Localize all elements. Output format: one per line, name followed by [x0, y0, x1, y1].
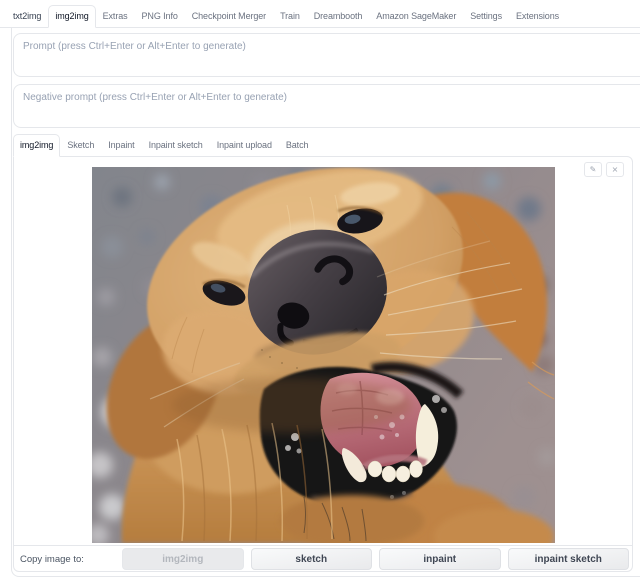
tab-png-info[interactable]: PNG Info [135, 5, 185, 28]
clear-image-button[interactable]: × [606, 162, 624, 177]
tab-dreambooth[interactable]: Dreambooth [307, 5, 370, 28]
copy-to-inpaint-sketch-button[interactable]: inpaint sketch [508, 548, 630, 570]
inner-tab-sketch[interactable]: Sketch [60, 134, 101, 157]
negative-prompt-field-container [13, 84, 640, 128]
negative-prompt-input[interactable] [14, 85, 640, 127]
tab-checkpoint-merger[interactable]: Checkpoint Merger [185, 5, 273, 28]
edit-image-button[interactable]: ✎ [584, 162, 602, 177]
image-toolbar: ✎ × [584, 162, 624, 177]
input-image-dropzone[interactable] [92, 167, 555, 543]
tab-extras[interactable]: Extras [96, 5, 135, 28]
main-tab-bar: txt2img img2img Extras PNG Info Checkpoi… [0, 0, 640, 28]
prompt-field-container [13, 33, 640, 77]
tab-settings[interactable]: Settings [463, 5, 509, 28]
tab-train[interactable]: Train [273, 5, 307, 28]
copy-to-inpaint-button[interactable]: inpaint [379, 548, 501, 570]
inner-tab-inpaint[interactable]: Inpaint [101, 134, 141, 157]
copy-image-to-row: Copy image to: img2img sketch inpaint in… [14, 546, 632, 572]
img2img-mode-tab-bar: img2img Sketch Inpaint Inpaint sketch In… [13, 134, 315, 157]
tab-amazon-sagemaker[interactable]: Amazon SageMaker [369, 5, 463, 28]
copy-to-sketch-button[interactable]: sketch [251, 548, 373, 570]
inner-tab-batch[interactable]: Batch [279, 134, 316, 157]
tab-txt2img[interactable]: txt2img [6, 5, 48, 28]
tab-img2img[interactable]: img2img [48, 5, 95, 28]
prompt-input[interactable] [14, 34, 640, 76]
inner-tab-img2img[interactable]: img2img [13, 134, 60, 157]
x-icon: × [612, 165, 619, 174]
pencil-icon: ✎ [590, 165, 597, 174]
copy-image-to-label: Copy image to: [20, 554, 115, 565]
tab-extensions[interactable]: Extensions [509, 5, 566, 28]
inner-tab-inpaint-upload[interactable]: Inpaint upload [210, 134, 279, 157]
copy-to-img2img-button[interactable]: img2img [122, 548, 244, 570]
inner-tab-inpaint-sketch[interactable]: Inpaint sketch [142, 134, 210, 157]
dog-photo-illustration [92, 167, 555, 543]
